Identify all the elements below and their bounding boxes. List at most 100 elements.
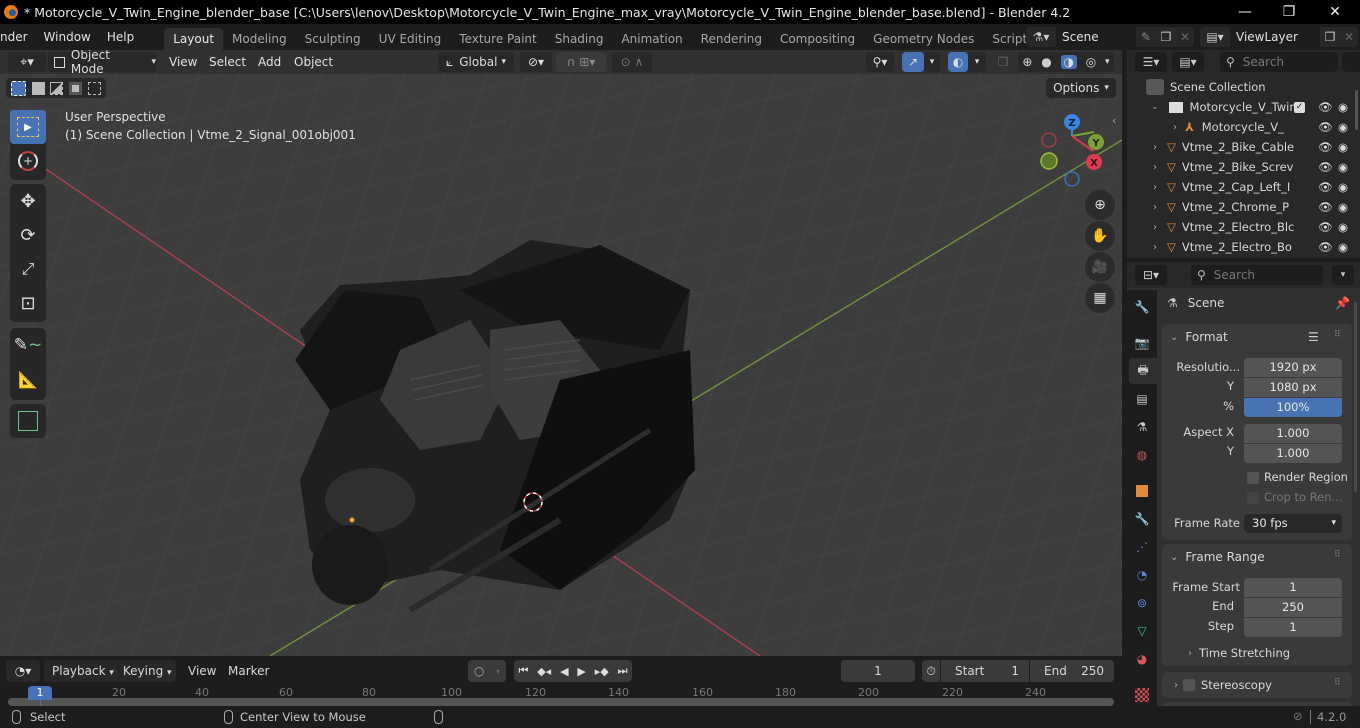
select-box-tool[interactable]: ▶ — [10, 110, 46, 144]
delete-viewlayer-icon[interactable]: ✕ — [1340, 30, 1358, 44]
visibility-dropdown[interactable]: ⚲▾ — [866, 52, 894, 72]
outliner-item[interactable]: › ▽ Vtme_2_Electro_Blc 👁 ◉ — [1127, 217, 1360, 237]
3d-viewport[interactable]: ⌖▾ Object Mode ▾ View Select Add Object … — [0, 50, 1122, 656]
tab-geometry-nodes[interactable]: Geometry Nodes — [864, 28, 983, 50]
tab-texture[interactable] — [1129, 682, 1155, 708]
tab-shading[interactable]: Shading — [546, 28, 613, 50]
select-invert-icon[interactable] — [69, 81, 83, 95]
stereoscopy-checkbox[interactable] — [1183, 679, 1195, 691]
tab-world[interactable]: ◍ — [1129, 442, 1155, 468]
gizmo-neg-y[interactable] — [1040, 152, 1058, 170]
tab-physics[interactable]: ◔ — [1129, 562, 1155, 588]
camera-view-button[interactable]: 🎥 — [1085, 252, 1115, 282]
tab-compositing[interactable]: Compositing — [771, 28, 864, 50]
expand-chevron-icon[interactable]: › — [1153, 162, 1157, 173]
cursor-tool[interactable]: + — [10, 144, 46, 178]
add-cube-tool[interactable] — [10, 404, 46, 438]
tab-render[interactable]: 📷 — [1129, 330, 1155, 356]
pin-icon[interactable]: ✎ — [1136, 30, 1156, 44]
editor-type-button[interactable]: ⌖▾ — [8, 52, 46, 72]
outliner-scrollbar[interactable] — [1355, 90, 1358, 130]
viewlayer-name[interactable]: ViewLayer — [1230, 27, 1320, 47]
aspect-y-field[interactable]: 1.000 — [1244, 444, 1342, 463]
menu-object[interactable]: Object — [294, 52, 333, 72]
menu-marker[interactable]: Marker — [228, 664, 269, 678]
overlays-toggle[interactable]: ◐ — [948, 52, 968, 72]
outliner-item[interactable]: › ▽ Vtme_2_Bike_Cable 👁 ◉ — [1127, 137, 1360, 157]
current-frame-field[interactable]: 1 — [841, 660, 915, 682]
frame-end-field[interactable]: 250 — [1244, 598, 1342, 617]
select-extend-icon[interactable] — [31, 81, 45, 95]
resolution-x-field[interactable]: 1920 px — [1244, 358, 1342, 377]
start-frame-field[interactable]: Start 1 — [941, 660, 1029, 682]
exclude-checkbox[interactable]: ✓ — [1294, 101, 1305, 113]
scene-selector[interactable]: ⚗▾ Scene ✎ ❐ ✕ — [1026, 27, 1194, 47]
format-panel-header[interactable]: ⌄ Format — [1170, 330, 1228, 344]
tab-tool[interactable]: 🔧 — [1129, 294, 1155, 320]
gizmo-neg-x[interactable] — [1041, 132, 1057, 148]
next-keyframe-icon[interactable]: ▸◆ — [595, 665, 609, 678]
tab-view-layer[interactable]: ▤ — [1129, 386, 1155, 412]
visibility-eye-icon[interactable]: 👁 — [1318, 140, 1333, 154]
viewlayer-selector[interactable]: ▤▾ ViewLayer ❐ ✕ — [1200, 27, 1358, 47]
tab-data[interactable]: ▽ — [1129, 618, 1155, 644]
new-scene-icon[interactable]: ❐ — [1156, 30, 1176, 44]
solid-shading-icon[interactable]: ● — [1041, 55, 1051, 69]
select-new-icon[interactable] — [10, 80, 26, 96]
render-camera-icon[interactable]: ◉ — [1338, 120, 1352, 134]
drag-handle-icon[interactable]: ⠿ — [1334, 330, 1341, 340]
transform-tool[interactable]: ⊡ — [10, 286, 46, 320]
expand-chevron-icon[interactable]: › — [1153, 242, 1157, 253]
drag-handle-icon[interactable]: ⠿ — [1334, 550, 1341, 560]
outliner-item[interactable]: › ▽ Vtme_2_Cap_Left_I 👁 ◉ — [1127, 177, 1360, 197]
tab-uv-editing[interactable]: UV Editing — [370, 28, 451, 50]
prev-keyframe-icon[interactable]: ◆◂ — [537, 665, 551, 678]
chevron-down-icon[interactable]: ▾ — [1105, 57, 1110, 67]
menu-help[interactable]: Help — [99, 24, 142, 50]
xray-toggle[interactable]: ❐ — [994, 52, 1012, 72]
menu-select[interactable]: Select — [209, 52, 246, 72]
visibility-eye-icon[interactable]: 👁 — [1318, 220, 1333, 234]
tab-scene[interactable]: ⚗ — [1129, 414, 1155, 440]
transform-orientation-dropdown[interactable]: ⟀ Global ▾ — [438, 52, 514, 72]
timeline-scrollbar[interactable] — [8, 698, 1114, 706]
select-intersect-icon[interactable] — [88, 81, 102, 95]
properties-options-dropdown[interactable]: ▾ — [1332, 265, 1354, 285]
properties-editor-type[interactable]: ⊟▾ — [1135, 265, 1167, 285]
outliner-search-input[interactable]: ⚲ Search — [1220, 52, 1338, 72]
render-region-checkbox[interactable] — [1247, 472, 1259, 484]
outliner-editor-type[interactable]: ☰▾ — [1135, 52, 1167, 72]
frame-range-header[interactable]: ⌄ Frame Range — [1170, 550, 1265, 564]
tab-sculpting[interactable]: Sculpting — [296, 28, 370, 50]
visibility-eye-icon[interactable]: 👁 — [1318, 180, 1333, 194]
render-camera-icon[interactable]: ◉ — [1338, 200, 1352, 214]
tab-layout[interactable]: Layout — [164, 28, 224, 50]
frame-start-field[interactable]: 1 — [1244, 578, 1342, 597]
visibility-eye-icon[interactable]: 👁 — [1318, 240, 1333, 254]
gizmo-neg-z[interactable] — [1064, 171, 1080, 187]
timeline-ruler[interactable]: 20 40 60 80 100 120 140 160 180 200 220 … — [0, 686, 1122, 706]
new-viewlayer-icon[interactable]: ❐ — [1320, 30, 1340, 44]
render-camera-icon[interactable]: ◉ — [1338, 240, 1352, 254]
menu-timeline-view[interactable]: View — [188, 664, 216, 678]
menu-playback[interactable]: Playback ▾ — [44, 664, 118, 678]
outliner-item[interactable]: › ⅄ Motorcycle_V_ 👁 ◉ — [1127, 117, 1360, 137]
zoom-button[interactable]: ⊕ — [1085, 190, 1115, 220]
jump-start-icon[interactable]: ⏮ — [518, 664, 528, 678]
outliner-scene-collection[interactable]: Scene Collection — [1127, 77, 1360, 97]
expand-chevron-icon[interactable]: ⌄ — [1151, 102, 1159, 112]
playhead[interactable]: 1 — [28, 686, 52, 700]
render-camera-icon[interactable]: ◉ — [1338, 220, 1352, 234]
tab-modifiers[interactable]: 🔧 — [1129, 506, 1155, 532]
display-mode-dropdown[interactable]: ▤▾ — [1172, 52, 1204, 72]
visibility-eye-icon[interactable]: 👁 — [1318, 100, 1333, 114]
tab-modeling[interactable]: Modeling — [223, 28, 296, 50]
end-frame-field[interactable]: End 250 — [1030, 660, 1114, 682]
sidebar-toggle-icon[interactable]: ‹ — [1112, 114, 1116, 127]
options-dropdown[interactable]: Options ▾ — [1046, 78, 1116, 98]
gizmo-dropdown[interactable]: ▾ — [924, 52, 940, 72]
tab-constraints[interactable]: ⊚ — [1129, 590, 1155, 616]
expand-chevron-icon[interactable]: › — [1153, 142, 1157, 153]
pan-button[interactable]: ✋ — [1085, 221, 1115, 251]
tab-texture-paint[interactable]: Texture Paint — [450, 28, 545, 50]
